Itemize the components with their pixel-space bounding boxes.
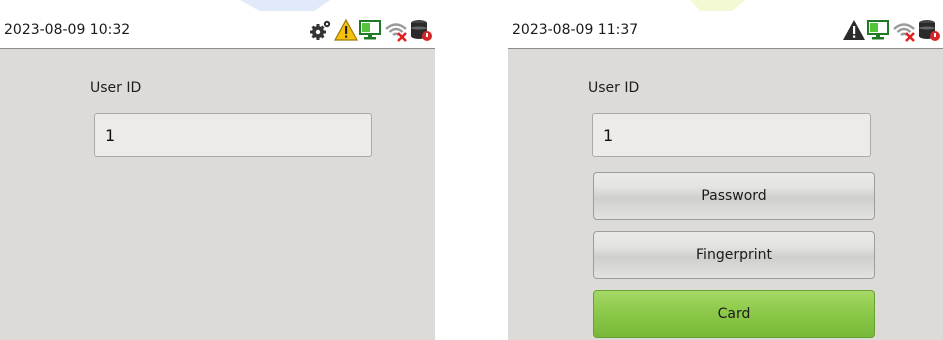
database-icon <box>917 18 941 42</box>
user-id-input[interactable]: 1 <box>94 113 372 157</box>
wifi-disconnected-icon <box>384 18 408 42</box>
status-icons <box>842 18 941 42</box>
device-screen-left: 2023-08-09 10:32 User ID 1 <box>0 11 435 340</box>
user-id-label: User ID <box>90 80 142 96</box>
status-icons <box>309 18 433 42</box>
gear-icon <box>309 18 333 42</box>
password-button[interactable]: Password <box>593 172 875 220</box>
device-screen-right: 2023-08-09 11:37 User ID 1 Password Fing… <box>508 11 943 340</box>
card-button-label: Card <box>717 306 751 322</box>
user-id-label: User ID <box>588 80 640 96</box>
status-clock: 2023-08-09 11:37 <box>512 22 639 38</box>
database-icon <box>409 18 433 42</box>
status-bar: 2023-08-09 11:37 <box>508 11 943 49</box>
user-id-input[interactable]: 1 <box>592 113 871 157</box>
network-ok-icon <box>359 18 383 42</box>
status-bar: 2023-08-09 10:32 <box>0 11 435 49</box>
fingerprint-button[interactable]: Fingerprint <box>593 231 875 279</box>
warning-icon <box>334 18 358 42</box>
warning-icon <box>842 18 866 42</box>
status-clock: 2023-08-09 10:32 <box>4 22 131 38</box>
card-button[interactable]: Card <box>593 290 875 338</box>
fingerprint-button-label: Fingerprint <box>696 247 772 263</box>
password-button-label: Password <box>701 188 767 204</box>
wifi-disconnected-icon <box>892 18 916 42</box>
network-ok-icon <box>867 18 891 42</box>
